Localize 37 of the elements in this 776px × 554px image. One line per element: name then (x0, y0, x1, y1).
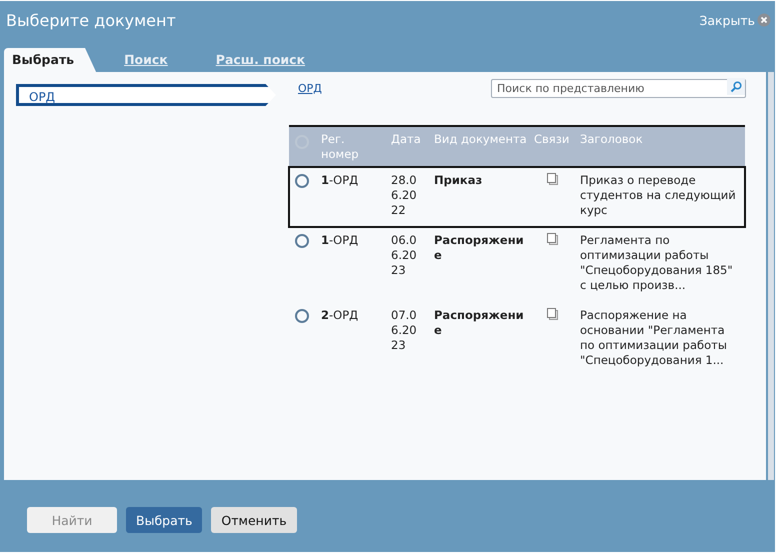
column-header: Дата (391, 132, 422, 147)
dialog-button[interactable]: Отменить (211, 507, 297, 533)
document-type: Приказ (434, 173, 484, 188)
radio-button[interactable] (295, 309, 309, 323)
document-type: Распоряжение (434, 233, 525, 263)
breadcrumb-item[interactable]: ОРД (16, 84, 276, 106)
dialog-button[interactable]: Выбрать (126, 507, 202, 533)
reg-number: 1-ОРД (321, 233, 358, 247)
close-icon (757, 13, 771, 27)
document-title: Распоряжение на основании "Регламента по оптимизации работы "Спецоборудования 1... (580, 308, 728, 368)
document-icon[interactable] (547, 233, 558, 245)
search-field[interactable]: Поиск по представлению (491, 79, 746, 98)
path-link[interactable]: ОРД (298, 82, 322, 94)
document-type: Распоряжение (434, 308, 525, 338)
tab[interactable]: Выбрать (4, 48, 96, 72)
search-button[interactable] (727, 78, 745, 95)
document-icon[interactable] (547, 173, 558, 185)
search-icon (730, 80, 742, 92)
column-header: Вид документа (434, 132, 528, 147)
radio-button[interactable] (295, 234, 309, 248)
document-title: Приказ о переводе студентов на следующий курс (580, 173, 737, 218)
column-header: Заголовок (580, 132, 644, 147)
column-header: Рег. номер (321, 132, 360, 162)
dialog-title: Выберите документ (6, 10, 176, 30)
reg-number: 2-ОРД (321, 308, 358, 322)
scrollbar[interactable] (768, 72, 774, 480)
table-row[interactable]: 1-ОРД 28.06.2022 Приказ Приказ о переводе студентов на следующий курс (289, 167, 745, 227)
date-text: 06.06.2023 (391, 233, 418, 278)
reg-number: 1-ОРД (321, 173, 358, 187)
date-text: 07.06.2023 (391, 308, 418, 353)
radio-button[interactable] (295, 174, 309, 188)
date-text: 28.06.2022 (391, 173, 418, 218)
column-header: Связи (534, 132, 570, 147)
table-row[interactable]: 2-ОРД 07.06.2023 Распоряжение Распоряжение на основании "Регламента по оптимизации работы "Спецоборудования 1... (289, 302, 745, 377)
table-row[interactable]: 1-ОРД 06.06.2023 Распоряжение Регламента по оптимизации работы "Спецоборудования 185" с целью произв... (289, 227, 745, 302)
document-icon[interactable] (547, 308, 558, 320)
document-title: Регламента по оптимизации работы "Спецоборудования 185" с целью произв... (580, 233, 734, 293)
